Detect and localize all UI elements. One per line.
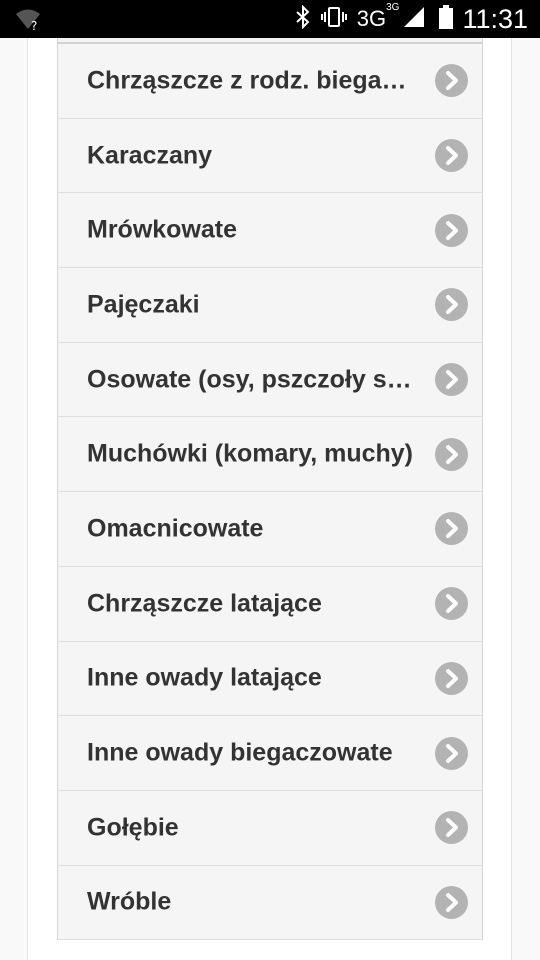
list-item-label: Karaczany [87,141,213,170]
chevron-right-circle-icon[interactable] [435,885,468,919]
chevron-right-circle-icon[interactable] [435,64,468,98]
vibrate-icon [320,5,348,34]
list-item[interactable]: Muchówki (komary, muchy) [57,417,483,493]
wifi-unknown-icon: ? [14,8,44,33]
list-item[interactable]: Gołębie [57,790,483,866]
chevron-right-circle-icon[interactable] [435,437,468,471]
network-superscript: 3G [386,1,400,13]
category-list: Chrząszcze z rodz. biegaczowatych Karacza… [57,38,483,960]
list-item-label: Chrząszcze z rodz. biegaczowatych [87,66,414,95]
list-item-label: Omacnicowate [87,514,264,543]
bluetooth-icon [295,4,311,34]
list-item[interactable]: Osowate (osy, pszczoły szerszenie) [57,342,483,418]
chevron-right-circle-icon[interactable] [435,587,468,621]
chevron-right-circle-icon[interactable] [435,213,468,247]
chevron-right-circle-icon[interactable] [435,512,468,546]
signal-icon [403,6,425,33]
list-item[interactable]: Inne owady latające [57,641,483,717]
chevron-right-circle-icon[interactable] [435,736,468,770]
clock: 11:31 [462,3,528,34]
list-item[interactable]: Wróble [57,865,483,941]
list-item-label: Mrówkowate [87,215,238,244]
chevron-right-circle-icon[interactable] [435,288,468,322]
svg-text:?: ? [31,19,37,32]
list-item[interactable]: Pajęczaki [57,268,483,343]
status-bar: ? 3G3G 11:31 [0,0,540,38]
list-item-label: Chrząszcze latające [87,589,322,618]
chevron-right-circle-icon[interactable] [435,811,468,845]
chevron-right-circle-icon[interactable] [435,139,468,173]
list-item[interactable]: Omacnicowate [57,492,483,567]
chevron-right-circle-icon[interactable] [435,363,468,397]
list-item[interactable]: Chrząszcze latające [57,566,483,642]
list-item-label: Muchówki (komary, muchy) [87,439,413,468]
list-item[interactable]: Chrząszcze z rodz. biegaczowatych [57,44,483,119]
network-label: 3G [356,6,387,31]
list-item[interactable]: Mrówkowate [57,193,483,269]
list-item-label: Osowate (osy, pszczoły szerszenie) [87,365,414,394]
network-type: 3G3G [356,2,404,31]
list-item-label: Inne owady biegaczowate [87,738,393,767]
chevron-right-circle-icon[interactable] [435,661,468,695]
list-item[interactable]: Inne owady biegaczowate [57,716,483,791]
battery-icon [439,4,454,34]
list-item-label: Wróble [87,887,172,916]
list-item-label: Pajęczaki [87,290,200,319]
list-item-label: Inne owady latające [87,663,322,692]
list-item[interactable]: Karaczany [57,118,483,194]
list-item-label: Gołębie [87,813,179,842]
